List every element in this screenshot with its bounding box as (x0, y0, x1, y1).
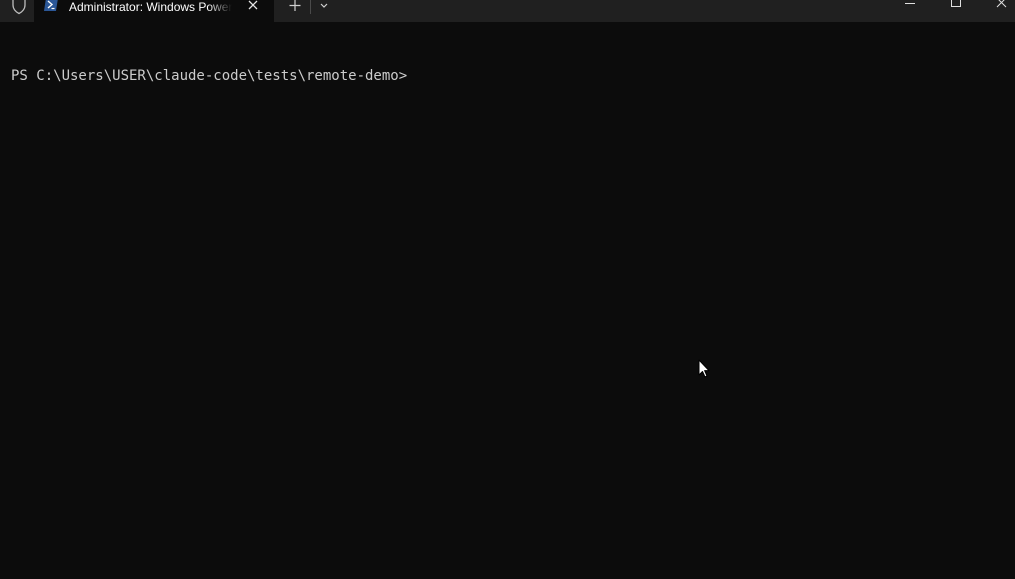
prompt-line: PS C:\Users\USER\claude-code\tests\remot… (11, 68, 408, 84)
mouse-cursor-icon (698, 359, 710, 378)
shield-icon (11, 0, 27, 15)
minimize-icon[interactable] (890, 0, 930, 14)
plus-icon[interactable] (284, 0, 306, 14)
terminal-output[interactable]: PS C:\Users\USER\claude-code\tests\remot… (11, 31, 1015, 121)
tab-separator (310, 0, 311, 14)
terminal-window: Administrator: Windows PowerShell (0, 0, 1015, 579)
close-icon[interactable] (246, 0, 260, 13)
powershell-icon (44, 0, 58, 11)
tab-title: Administrator: Windows PowerShell (69, 0, 232, 14)
chevron-down-icon[interactable] (314, 0, 334, 14)
tab-powershell[interactable]: Administrator: Windows PowerShell (34, 0, 274, 22)
maximize-icon[interactable] (936, 0, 976, 14)
close-window-icon[interactable] (982, 0, 1015, 14)
title-bar[interactable]: Administrator: Windows PowerShell (0, 0, 1015, 22)
